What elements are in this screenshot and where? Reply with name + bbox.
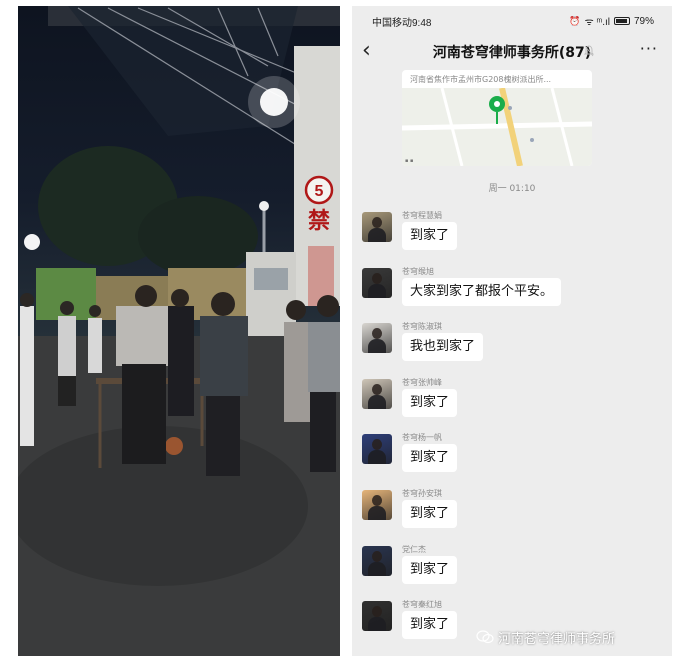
sender-name: 苍穹陈淑琪 [402,322,442,331]
message-row: 苍穹孙安琪 到家了 [352,488,672,544]
avatar[interactable] [362,434,392,464]
message-row: 苍穹杨一帆 到家了 [352,432,672,488]
mute-bell-icon [584,45,594,57]
map-thumbnail: ▪ ▪ [402,88,592,166]
sender-name: 苍穹程慧娟 [402,211,442,220]
message-bubble[interactable]: 到家了 [402,222,458,250]
message-bubble[interactable]: 到家了 [402,611,458,639]
chat-timestamp: 周一 01:10 [488,184,536,194]
status-left: 中国移动9:48 [372,14,431,29]
message-bubble[interactable]: 到家了 [402,389,458,417]
sender-name: 苍穹张帅峰 [402,378,442,387]
avatar[interactable] [362,268,392,298]
sender-name: 苍穹缑旭 [402,267,434,276]
avatar[interactable] [362,490,392,520]
message-row: 苍穹缑旭大家到家了都报个平安。 [352,266,672,322]
sender-name: 苍穹杨一帆 [402,433,442,442]
watermark: 河南苍穹律师事务所 [476,626,615,648]
signal-icons: ᯤ ᵐ.ıl [584,17,610,28]
night-scene-photo: 5 禁 [18,6,340,656]
map-graphic [402,88,592,166]
sender-name: 党仁杰 [402,545,426,554]
message-row: 苍穹程慧娟 到家了 [352,210,672,266]
message-row: 苍穹陈淑琪我也到家了 [352,321,672,377]
battery-percent: 79% [633,15,654,27]
status-bar: 中国移动9:48 ⏰ ᯤ ᵐ.ıl 79% [352,6,672,32]
basketball [165,437,183,455]
avatar[interactable] [362,379,392,409]
wechat-logo-icon [476,630,494,644]
message-bubble[interactable]: 到家了 [402,444,458,472]
map-brand-mark: ▪ ▪ [405,158,414,164]
sign-number: 5 [315,183,324,200]
status-right: ⏰ ᯤ ᵐ.ıl 79% [569,14,654,29]
chat-title: 河南苍穹律师事务所(87) [432,45,592,61]
photo-illustration: 5 禁 [18,6,340,656]
avatar[interactable] [362,601,392,631]
location-message-card[interactable]: 河南省焦作市孟州市G208槐树派出所... ▪ ▪ [402,70,592,166]
sender-name: 苍穹孙安琪 [402,489,442,498]
message-bubble[interactable]: 到家了 [402,556,458,584]
message-row: 党仁杰 到家了 [352,544,672,600]
clock: 9:48 [412,18,432,29]
watermark-text: 河南苍穹律师事务所 [498,631,616,647]
message-row: 苍穹张帅峰 到家了 [352,377,672,433]
alarm-icon: ⏰ [569,15,581,26]
battery-icon [613,17,630,25]
wechat-chat-screen: 中国移动9:48 ⏰ ᯤ ᵐ.ıl 79% ‹ 河南苍穹律师事务所(87) ··… [352,6,672,656]
street-light-left [24,234,40,250]
location-address: 河南省焦作市孟州市G208槐树派出所... [410,75,552,84]
sender-name: 苍穹秦红旭 [402,600,442,609]
message-bubble[interactable]: 大家到家了都报个平安。 [402,278,562,306]
message-bubble[interactable]: 到家了 [402,500,458,528]
avatar[interactable] [362,212,392,242]
message-bubble[interactable]: 我也到家了 [402,333,484,361]
avatar[interactable] [362,546,392,576]
more-options-icon[interactable]: ··· [640,39,658,58]
sign-text: 禁 [308,208,330,234]
carrier-label: 中国移动 [372,18,412,29]
chat-header: ‹ 河南苍穹律师事务所(87) ··· [352,32,672,70]
avatar[interactable] [362,323,392,353]
location-pin-icon [489,96,505,124]
